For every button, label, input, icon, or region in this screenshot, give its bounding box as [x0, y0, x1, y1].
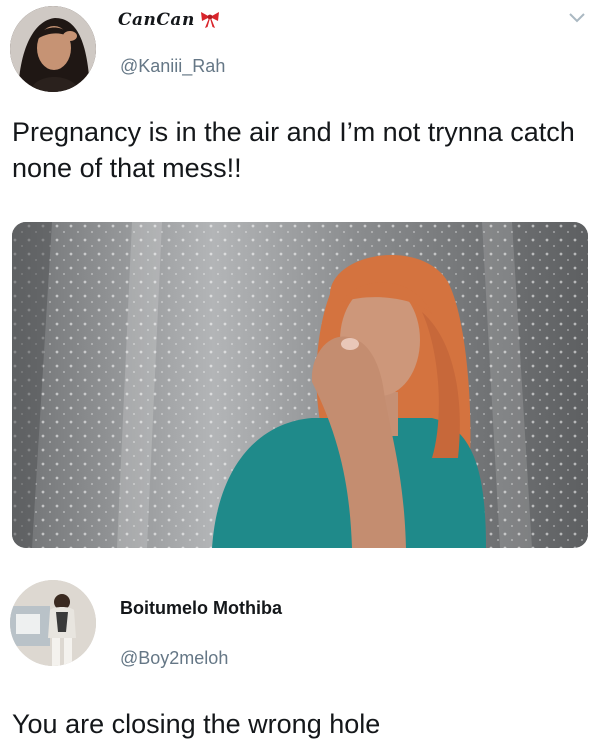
tweet-text: You are closing the wrong hole — [12, 709, 381, 739]
tweet-text: Pregnancy is in the air and I’m not tryn… — [12, 117, 575, 183]
handle[interactable]: @Boy2meloh — [120, 648, 228, 669]
avatar-image — [10, 580, 96, 666]
tweet-reply: Boitumelo Mothiba @Boy2meloh You are clo… — [0, 570, 600, 753]
avatar-image — [10, 6, 96, 92]
display-name[interactable]: CanCan — [118, 10, 195, 30]
bow-icon — [199, 11, 221, 29]
handle[interactable]: @Kaniii_Rah — [120, 56, 225, 77]
media-photo — [12, 222, 588, 548]
author-name-row: CanCan — [118, 10, 221, 30]
tweet-original: CanCan @Kaniii_Rah Pregnancy is in the a… — [0, 0, 600, 570]
display-name[interactable]: Boitumelo Mothiba — [120, 598, 282, 619]
avatar[interactable] — [10, 6, 96, 92]
avatar[interactable] — [10, 580, 96, 666]
chevron-down-icon[interactable] — [568, 12, 586, 24]
tweet-media[interactable] — [12, 222, 588, 548]
author-name-row: Boitumelo Mothiba — [120, 598, 282, 619]
